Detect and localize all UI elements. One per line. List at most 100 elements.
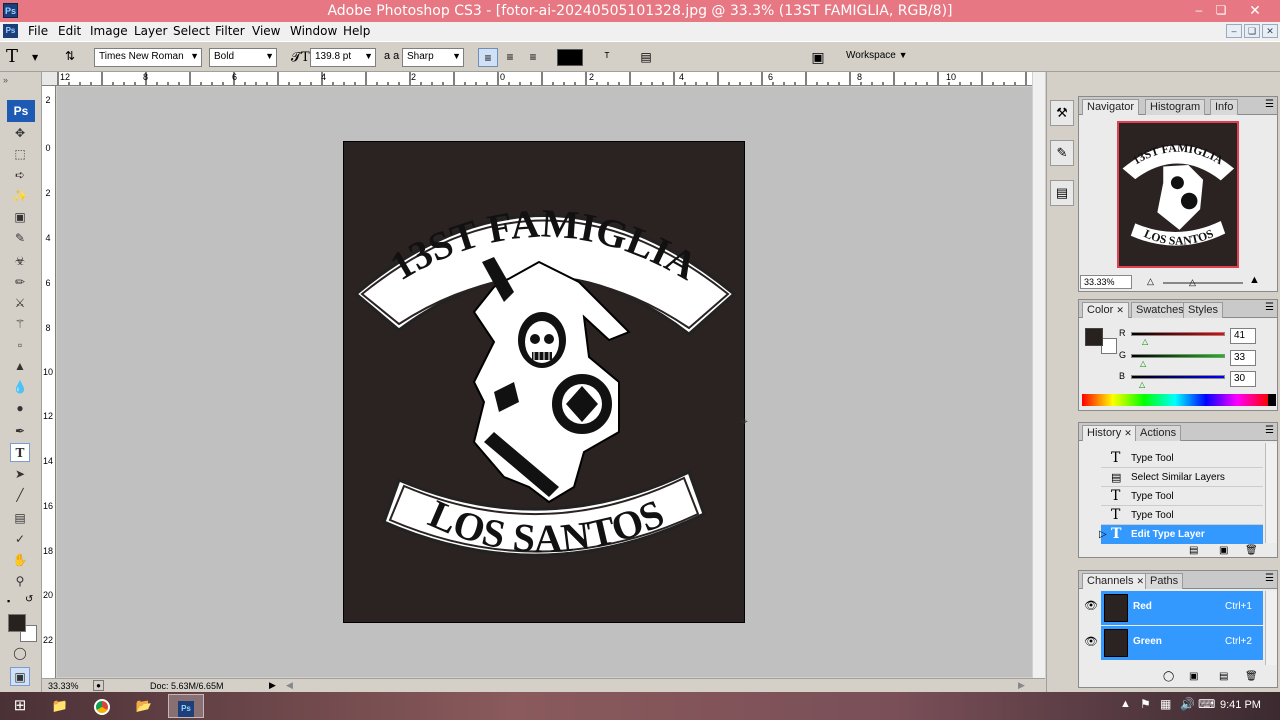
screen-mode-icon[interactable]: ▣ bbox=[10, 667, 30, 686]
panel-menu-icon[interactable]: ☰ bbox=[1265, 573, 1274, 584]
save-selection-icon[interactable]: ▣ bbox=[1189, 671, 1198, 682]
pen-tool-icon[interactable]: ✒ bbox=[10, 422, 30, 441]
visibility-eye-icon[interactable]: 👁 bbox=[1084, 635, 1098, 648]
menu-select[interactable]: Select bbox=[173, 24, 210, 38]
history-item[interactable]: ▤ Select Similar Layers bbox=[1101, 468, 1263, 487]
red-value-input[interactable]: 41 bbox=[1230, 328, 1256, 344]
new-document-icon[interactable]: ▤ bbox=[1189, 545, 1198, 556]
line-tool-icon[interactable]: ╱ bbox=[10, 486, 30, 505]
ruler-origin[interactable] bbox=[42, 72, 58, 86]
tab-swatches[interactable]: Swatches bbox=[1131, 302, 1189, 318]
eraser-tool-icon[interactable]: ▫ bbox=[10, 336, 30, 355]
brushes-icon[interactable]: ✎ bbox=[1050, 140, 1074, 166]
layer-comps-icon[interactable]: ▤ bbox=[1050, 180, 1074, 206]
tab-navigator[interactable]: Navigator bbox=[1082, 99, 1140, 115]
menu-view[interactable]: View bbox=[252, 24, 280, 38]
menu-window[interactable]: Window bbox=[290, 24, 337, 38]
black-chip[interactable] bbox=[1268, 394, 1276, 406]
channel-row-red[interactable]: Red Ctrl+1 bbox=[1101, 591, 1263, 625]
tab-channels[interactable]: Channels ✕ bbox=[1082, 573, 1150, 589]
align-center-button[interactable]: ≡ bbox=[500, 48, 520, 67]
tab-histogram[interactable]: Histogram bbox=[1145, 99, 1206, 115]
collapse-arrows-icon[interactable]: » bbox=[3, 75, 8, 85]
zoom-tool-icon[interactable]: ⚲ bbox=[10, 572, 30, 591]
load-selection-icon[interactable]: ◯ bbox=[1163, 671, 1174, 682]
start-button-icon[interactable]: ⊞ bbox=[2, 694, 38, 718]
magic-wand-tool-icon[interactable]: ✨ bbox=[10, 187, 30, 206]
tab-history[interactable]: History ✕ bbox=[1082, 425, 1137, 441]
document-image[interactable]: 13ST FAMIGLIA LOS SANTOS bbox=[343, 141, 745, 623]
history-item-selected[interactable]: T Edit Type Layer bbox=[1101, 525, 1263, 544]
bridge-icon[interactable]: ▣ bbox=[808, 48, 828, 67]
menu-layer[interactable]: Layer bbox=[134, 24, 167, 38]
photoshop-taskbar-icon[interactable]: Ps bbox=[168, 694, 204, 718]
history-item[interactable]: T Type Tool bbox=[1101, 506, 1263, 525]
notes-tool-icon[interactable]: ▤ bbox=[10, 509, 30, 528]
font-style-select[interactable]: Bold ▼ bbox=[209, 48, 277, 67]
photoshop-doc-icon[interactable]: Ps bbox=[3, 24, 18, 38]
brush-tool-icon[interactable]: ✏ bbox=[10, 273, 30, 292]
red-slider[interactable] bbox=[1131, 332, 1225, 336]
zoom-level[interactable]: 33.33% bbox=[48, 681, 79, 691]
keyboard-icon[interactable]: ⌨ bbox=[1198, 697, 1215, 711]
status-menu-arrow-icon[interactable]: ▶ bbox=[269, 680, 276, 691]
close-icon[interactable]: ✕ bbox=[1116, 305, 1124, 315]
panel-menu-icon[interactable]: ☰ bbox=[1265, 425, 1274, 436]
channel-row-green[interactable]: Green Ctrl+2 bbox=[1101, 626, 1263, 660]
hand-tool-icon[interactable]: ✋ bbox=[10, 551, 30, 570]
foreground-color-swatch[interactable] bbox=[8, 614, 26, 632]
zoom-out-icon[interactable]: △ bbox=[1147, 276, 1154, 287]
tab-color[interactable]: Color ✕ bbox=[1082, 302, 1129, 318]
history-brush-tool-icon[interactable]: ⚚ bbox=[10, 315, 30, 334]
panel-menu-icon[interactable]: ☰ bbox=[1265, 302, 1274, 313]
folder-icon[interactable]: 📂 bbox=[126, 694, 162, 718]
slice-tool-icon[interactable]: ✎ bbox=[10, 229, 30, 248]
blur-tool-icon[interactable]: 💧 bbox=[10, 378, 30, 397]
show-hidden-icons-icon[interactable]: ▲ bbox=[1120, 698, 1131, 710]
tab-styles[interactable]: Styles bbox=[1183, 302, 1223, 318]
type-tool-icon[interactable]: T bbox=[10, 443, 30, 462]
background-color-chip[interactable] bbox=[1101, 338, 1117, 354]
scroll-left-icon[interactable]: ◀ bbox=[286, 680, 293, 691]
close-icon[interactable]: ✕ bbox=[1137, 576, 1145, 586]
palettes-toggle-button[interactable]: ▤ bbox=[636, 48, 656, 67]
workspace-menu[interactable]: Workspace ▼ bbox=[846, 50, 908, 61]
history-scrollbar[interactable] bbox=[1265, 443, 1277, 543]
quick-mask-icon[interactable]: ◯ bbox=[10, 644, 30, 663]
scroll-right-icon[interactable]: ▶ bbox=[1018, 680, 1025, 691]
close-button[interactable]: ✕ bbox=[1242, 0, 1268, 22]
lasso-tool-icon[interactable]: ➪ bbox=[10, 166, 30, 185]
navigator-zoom-input[interactable]: 33.33% bbox=[1080, 275, 1132, 289]
font-size-select[interactable]: 139.8 pt ▼ bbox=[310, 48, 376, 67]
crop-tool-icon[interactable]: ▣ bbox=[10, 208, 30, 227]
flag-icon[interactable]: ⚑ bbox=[1140, 697, 1151, 711]
trash-icon[interactable]: 🗑 bbox=[1245, 671, 1258, 682]
menu-file[interactable]: File bbox=[28, 24, 48, 38]
restore-button[interactable]: ❏ bbox=[1208, 0, 1234, 22]
menu-edit[interactable]: Edit bbox=[58, 24, 81, 38]
dodge-tool-icon[interactable]: ● bbox=[10, 399, 30, 418]
history-item[interactable]: T Type Tool bbox=[1101, 449, 1263, 468]
green-slider[interactable] bbox=[1131, 354, 1225, 358]
vertical-scrollbar[interactable] bbox=[1032, 72, 1045, 678]
font-family-select[interactable]: Times New Roman ▼ bbox=[94, 48, 202, 67]
foreground-color-chip[interactable] bbox=[1085, 328, 1103, 346]
blue-value-input[interactable]: 30 bbox=[1230, 371, 1256, 387]
file-explorer-icon[interactable]: 📁 bbox=[42, 694, 78, 718]
eyedropper-tool-icon[interactable]: ✓ bbox=[10, 530, 30, 549]
status-info-icon[interactable]: ● bbox=[93, 680, 104, 691]
move-tool-icon[interactable]: ✥ bbox=[10, 124, 30, 143]
swap-colors-icon[interactable]: ↺ bbox=[25, 594, 33, 605]
blue-slider-thumb[interactable]: △ bbox=[1139, 380, 1145, 389]
zoom-slider[interactable] bbox=[1163, 282, 1243, 284]
menu-help[interactable]: Help bbox=[343, 24, 370, 38]
warp-text-button[interactable]: ᵀ bbox=[597, 48, 617, 67]
green-slider-thumb[interactable]: △ bbox=[1140, 359, 1146, 368]
path-selection-tool-icon[interactable]: ➤ bbox=[10, 465, 30, 484]
panel-menu-icon[interactable]: ☰ bbox=[1265, 99, 1274, 110]
color-spectrum-bar[interactable] bbox=[1082, 394, 1268, 406]
text-color-swatch[interactable] bbox=[557, 49, 583, 66]
trash-icon[interactable]: 🗑 bbox=[1245, 545, 1258, 556]
channels-scrollbar[interactable] bbox=[1265, 591, 1277, 665]
doc-minimize-button[interactable]: – bbox=[1226, 24, 1242, 38]
